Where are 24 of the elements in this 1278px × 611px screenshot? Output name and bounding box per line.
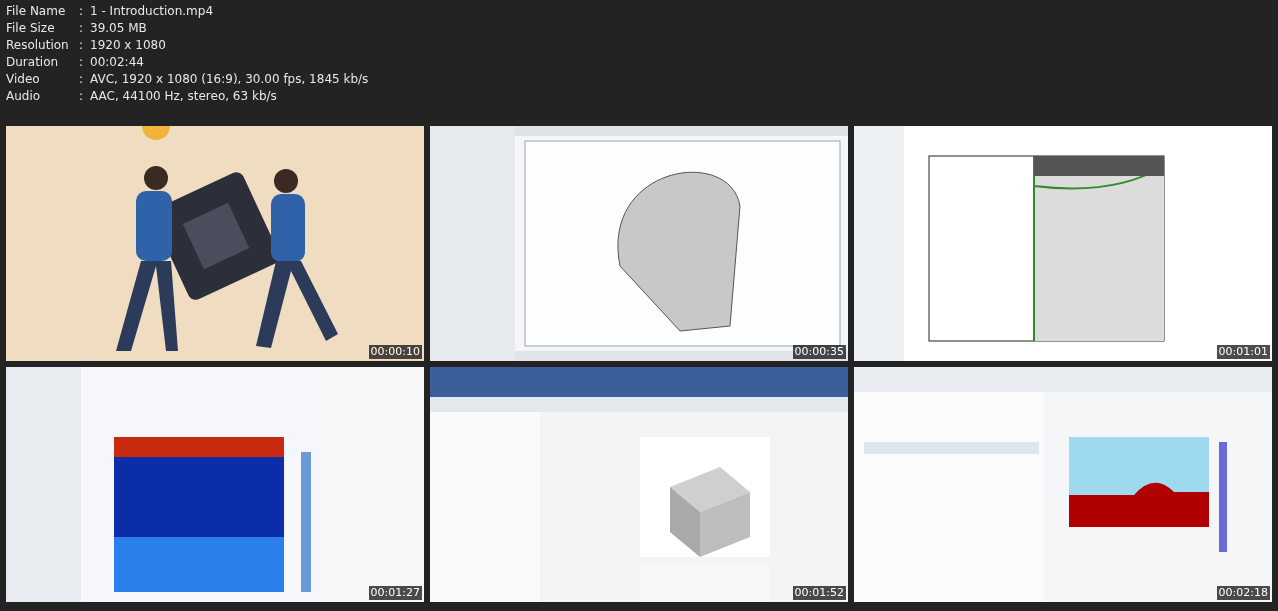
separator: : <box>79 20 85 37</box>
separator: : <box>79 88 85 105</box>
separator: : <box>79 71 85 88</box>
info-label: File Name <box>6 3 67 20</box>
timestamp: 00:01:27 <box>368 586 422 600</box>
timestamp: 00:01:52 <box>792 586 846 600</box>
separator: : <box>79 37 85 54</box>
timestamp: 00:01:01 <box>1216 345 1270 359</box>
timestamp: 00:00:35 <box>792 345 846 359</box>
separator: : <box>79 3 85 20</box>
info-label: Audio <box>6 88 42 105</box>
info-label: Video <box>6 71 41 88</box>
info-value: 1 - Introduction.mp4 <box>90 3 214 20</box>
info-value: AVC, 1920 x 1080 (16:9), 30.00 fps, 1845 kb/s <box>90 71 369 88</box>
timestamp: 00:02:18 <box>1216 586 1270 600</box>
info-label: File Size <box>6 20 56 37</box>
separator: : <box>79 54 85 71</box>
info-value: 39.05 MB <box>90 20 147 37</box>
info-label: Resolution <box>6 37 70 54</box>
info-value: 1920 x 1080 <box>90 37 166 54</box>
info-value: 00:02:44 <box>90 54 144 71</box>
info-value: AAC, 44100 Hz, stereo, 63 kb/s <box>90 88 277 105</box>
info-label: Duration <box>6 54 60 71</box>
timestamp: 00:00:10 <box>368 345 422 359</box>
